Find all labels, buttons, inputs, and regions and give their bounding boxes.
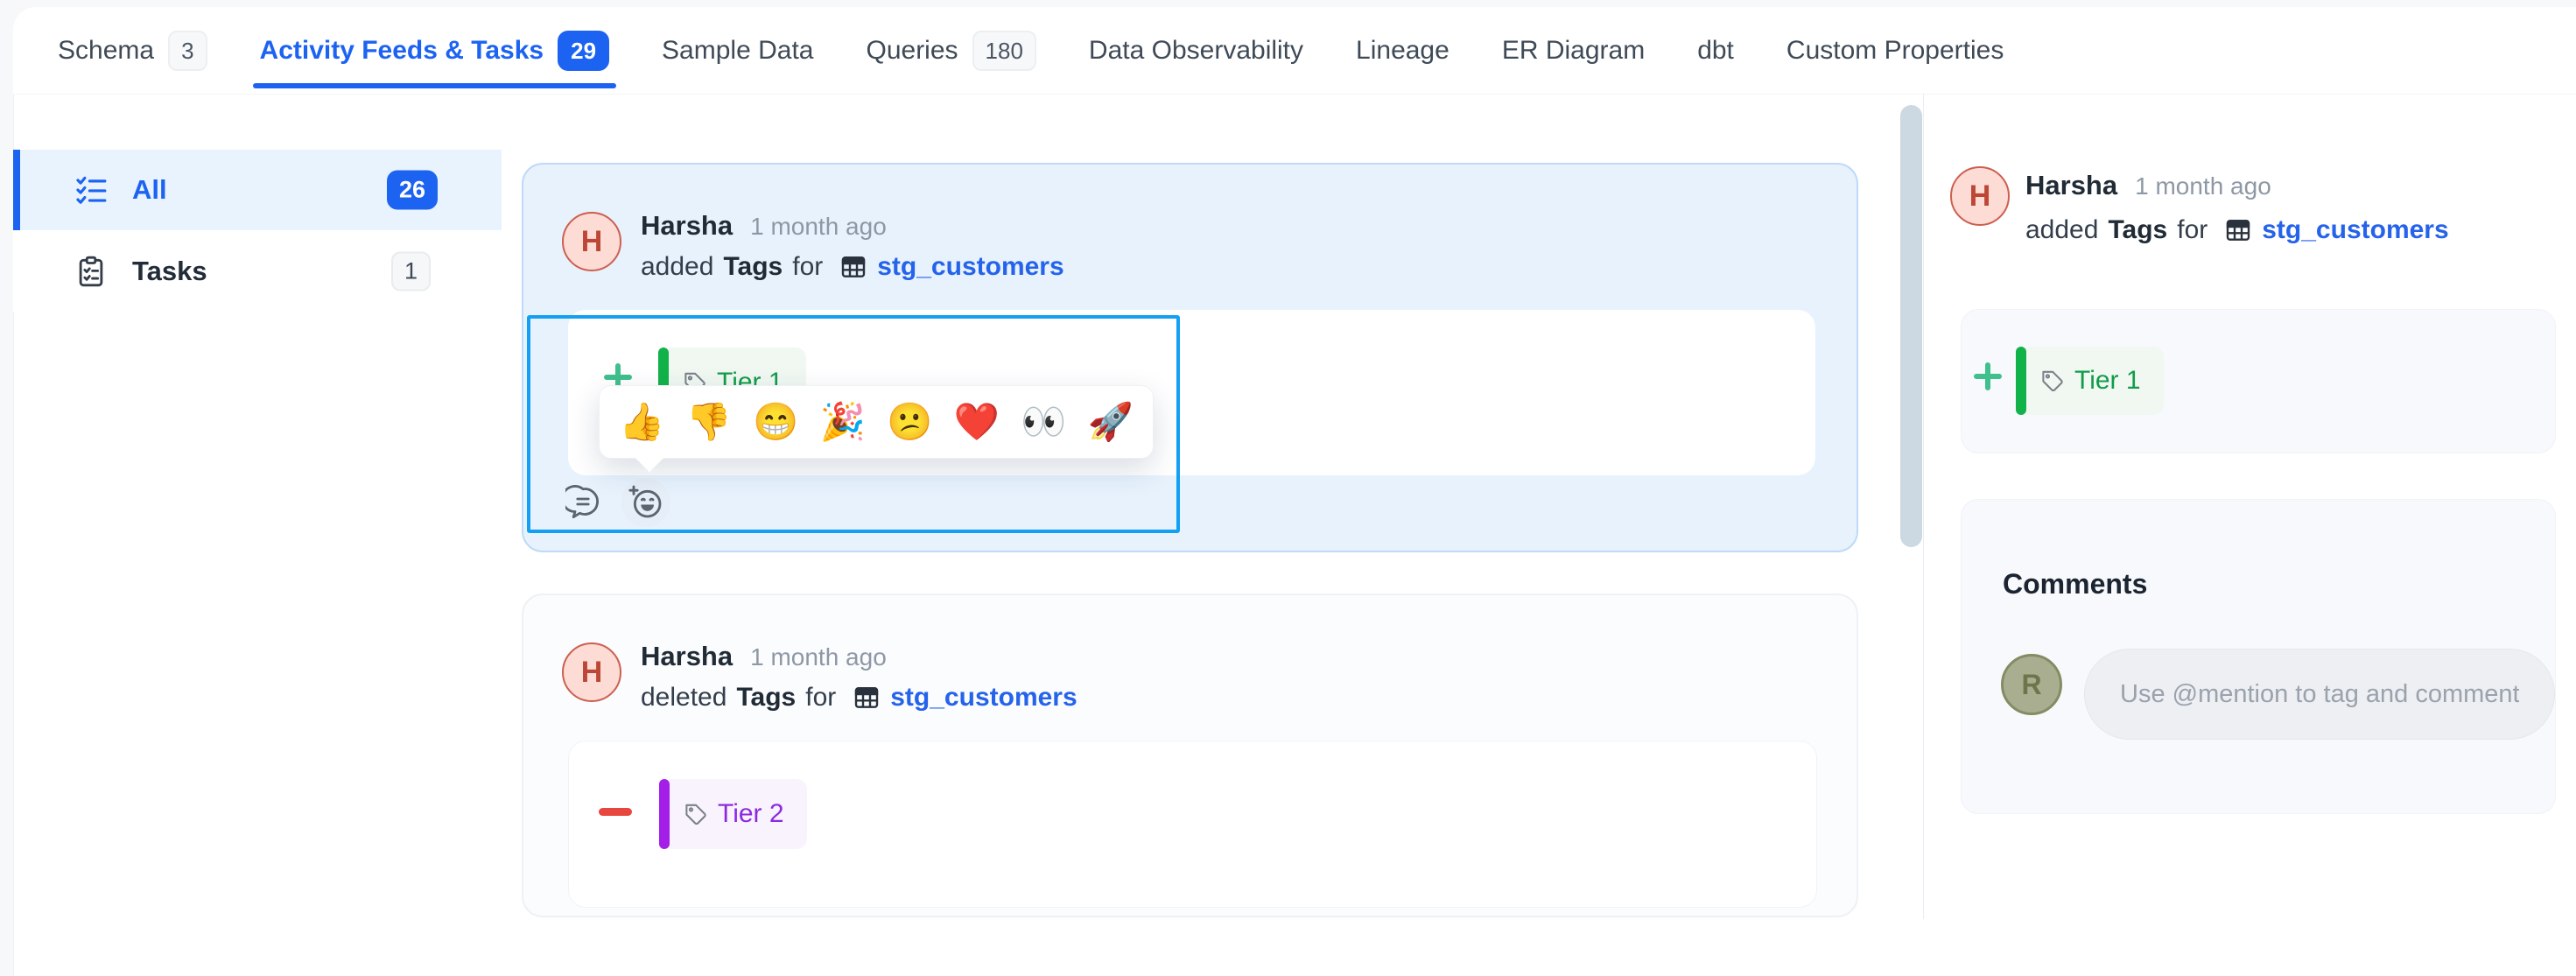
tab-bar: Schema 3 Activity Feeds & Tasks 29 Sampl… — [13, 7, 2576, 95]
asset-profile-page: Schema 3 Activity Feeds & Tasks 29 Sampl… — [0, 0, 2576, 976]
comment-input[interactable] — [2084, 649, 2555, 740]
feed-scrollbar-thumb[interactable] — [1900, 105, 1922, 547]
detail-tag-change-box: Tier 1 — [1961, 309, 2556, 453]
sidebar-item-all[interactable]: All 26 — [13, 150, 502, 230]
thumbs-down-emoji[interactable]: 👎 — [686, 404, 732, 440]
tab-count-badge: 180 — [972, 31, 1036, 71]
tab-data-observability[interactable]: Data Observability — [1089, 7, 1303, 94]
heart-emoji[interactable]: ❤️ — [954, 404, 1000, 440]
activity-card-added-tags[interactable]: H Harsha 1 month ago added Tags for stg_… — [522, 163, 1858, 552]
activity-header: Harsha 1 month ago — [641, 641, 887, 672]
rocket-emoji[interactable]: 🚀 — [1088, 404, 1134, 440]
detail-activity-action: added Tags for stg_customers — [2025, 215, 2449, 245]
asset-link[interactable]: stg_customers — [890, 683, 1077, 713]
sidebar-item-tasks[interactable]: Tasks 1 — [13, 230, 502, 312]
party-popper-emoji[interactable]: 🎉 — [820, 404, 866, 440]
user-name: Harsha — [641, 210, 733, 242]
activity-action: deleted Tags for stg_customers — [641, 683, 1077, 713]
checklist-icon — [74, 173, 108, 207]
asset-link[interactable]: stg_customers — [2262, 215, 2448, 245]
avatar: H — [562, 212, 621, 271]
action-verb: deleted — [641, 683, 726, 713]
timestamp: 1 month ago — [750, 213, 887, 241]
action-object: Tags — [2108, 215, 2167, 245]
tab-label: Queries — [866, 36, 958, 66]
activity-action: added Tags for stg_customers — [641, 252, 1064, 282]
tag-icon — [684, 803, 707, 826]
added-plus-icon — [1970, 359, 2005, 394]
sidebar-count-badge: 1 — [391, 252, 431, 291]
tab-queries[interactable]: Queries 180 — [866, 7, 1035, 94]
table-icon — [839, 253, 867, 281]
current-user-avatar: R — [2001, 654, 2062, 715]
action-verb: added — [2025, 215, 2098, 245]
active-accent-bar — [13, 150, 20, 230]
tag-color-bar — [659, 779, 670, 849]
tab-count-badge: 3 — [168, 31, 207, 71]
sidebar-item-label: Tasks — [132, 256, 207, 287]
tab-label: Activity Feeds & Tasks — [260, 36, 544, 66]
tab-count-badge: 29 — [558, 31, 609, 71]
tag-label: Tier 2 — [718, 799, 784, 829]
timestamp: 1 month ago — [750, 643, 887, 671]
avatar: H — [562, 642, 621, 702]
tab-label: ER Diagram — [1502, 36, 1645, 66]
user-name: Harsha — [641, 641, 733, 672]
card-action-icons — [558, 478, 670, 527]
comments-section: Comments R — [1961, 499, 2556, 814]
tab-sample-data[interactable]: Sample Data — [662, 7, 813, 94]
tag-chip-tier1: Tier 1 — [2016, 347, 2164, 415]
eyes-emoji[interactable]: 👀 — [1021, 404, 1066, 440]
add-reaction-button[interactable] — [621, 478, 670, 527]
thumbs-up-emoji[interactable]: 👍 — [619, 404, 664, 440]
tab-dbt[interactable]: dbt — [1697, 7, 1734, 94]
action-object: Tags — [736, 683, 796, 713]
tab-er-diagram[interactable]: ER Diagram — [1502, 7, 1645, 94]
comments-title: Comments — [2003, 568, 2147, 600]
tab-lineage[interactable]: Lineage — [1356, 7, 1449, 94]
asset-link[interactable]: stg_customers — [877, 252, 1063, 282]
tab-schema[interactable]: Schema 3 — [58, 7, 207, 94]
tab-label: Schema — [58, 36, 154, 66]
emoji-reaction-popover: 👍 👎 😁 🎉 😕 ❤️ 👀 🚀 — [599, 385, 1154, 459]
tag-label: Tier 1 — [2074, 366, 2141, 396]
confused-emoji[interactable]: 😕 — [887, 404, 932, 440]
tag-color-bar — [2016, 347, 2026, 415]
avatar: H — [1950, 166, 2010, 226]
activity-header: Harsha 1 month ago — [641, 210, 887, 242]
panel-divider — [1923, 94, 1924, 919]
sidebar-item-label: All — [132, 174, 167, 206]
table-icon — [2224, 216, 2252, 244]
action-preposition: for — [2177, 215, 2207, 245]
tag-chip-tier2: Tier 2 — [659, 779, 807, 849]
grinning-emoji[interactable]: 😁 — [753, 404, 798, 440]
table-icon — [853, 684, 881, 712]
clipboard-tasks-icon — [74, 255, 108, 288]
removed-minus-icon — [599, 808, 632, 816]
tab-label: Custom Properties — [1786, 36, 2004, 66]
tag-icon — [2040, 369, 2064, 393]
action-preposition: for — [805, 683, 836, 713]
tag-change-body: Tier 2 — [568, 741, 1817, 908]
action-verb: added — [641, 252, 713, 282]
tab-label: Data Observability — [1089, 36, 1303, 66]
tab-label: Sample Data — [662, 36, 813, 66]
tab-label: dbt — [1697, 36, 1734, 66]
timestamp: 1 month ago — [2135, 172, 2271, 200]
comment-button[interactable] — [558, 478, 607, 527]
activity-card-deleted-tags[interactable]: H Harsha 1 month ago deleted Tags for st… — [522, 593, 1858, 917]
tab-activity-feeds-tasks[interactable]: Activity Feeds & Tasks 29 — [260, 7, 610, 94]
tab-custom-properties[interactable]: Custom Properties — [1786, 7, 2004, 94]
detail-activity-header: Harsha 1 month ago — [2025, 170, 2271, 201]
add-reaction-icon — [628, 485, 663, 520]
tab-label: Lineage — [1356, 36, 1449, 66]
sidebar-count-badge: 26 — [387, 171, 438, 210]
action-object: Tags — [723, 252, 783, 282]
action-preposition: for — [792, 252, 823, 282]
user-name: Harsha — [2025, 170, 2117, 201]
comment-icon — [565, 485, 600, 520]
